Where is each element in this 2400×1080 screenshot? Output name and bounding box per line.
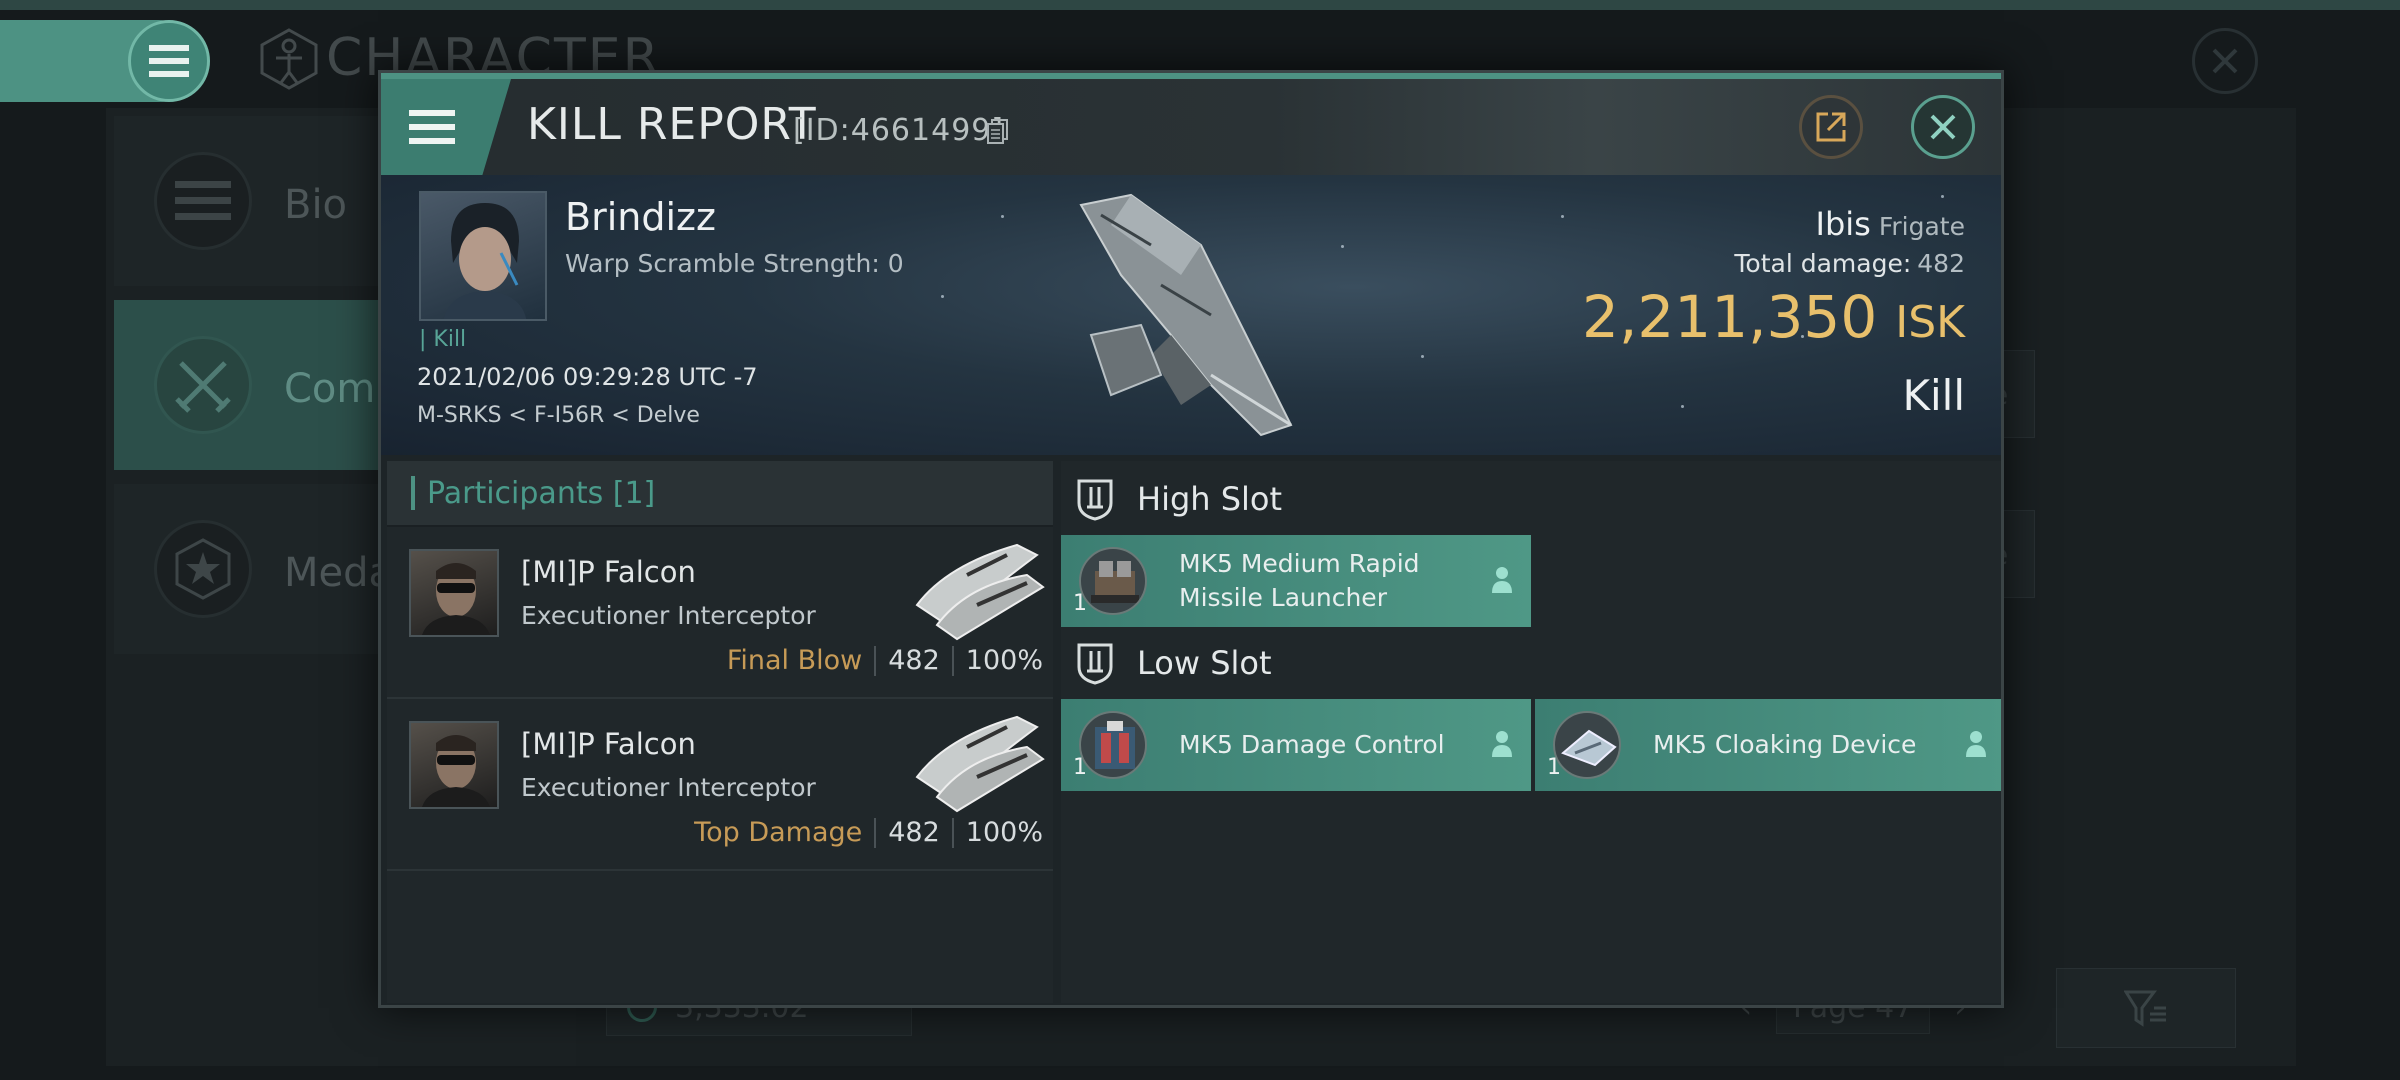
kill-id: [ID:4661499] (793, 113, 1005, 148)
participant-avatar[interactable] (409, 721, 499, 809)
divider (874, 817, 877, 848)
module-name: MK5 Medium Rapid Missile Launcher (1179, 547, 1420, 615)
kill-datetime: 2021/02/06 09:29:28 UTC -7 (417, 363, 758, 391)
sidebar-item-label: Bio (284, 182, 348, 228)
low-slot-header: Low Slot (1075, 633, 1272, 693)
executioner-ship-icon (915, 543, 1045, 641)
high-slot-header: High Slot (1075, 469, 1282, 529)
participant-avatar[interactable] (409, 549, 499, 637)
kill-report-modal: KILL REPORT [ID:4661499] Brindizz Warp S… (378, 70, 2004, 1008)
participant-damage: 482 (888, 645, 940, 676)
module-quantity: 1 (1547, 755, 1561, 780)
menu-lines-icon (154, 152, 252, 250)
participant-percent: 100% (965, 645, 1043, 676)
kill-tag: | Kill (419, 327, 467, 352)
ship-class: Frigate (1878, 212, 1965, 241)
module-item[interactable]: 1 MK5 Cloaking Device (1535, 699, 2001, 791)
background-filter-button[interactable] (2056, 968, 2236, 1048)
header-accent-bar (411, 476, 415, 510)
divider (951, 645, 954, 676)
kill-result: Kill (1902, 371, 1965, 420)
isk-unit: ISK (1895, 297, 1965, 348)
ibis-ship-render (1079, 193, 1293, 437)
missile-launcher-icon (1079, 547, 1147, 615)
participant-role: Final Blow (726, 645, 863, 676)
crossed-swords-icon (154, 336, 252, 434)
close-icon (1930, 114, 1956, 140)
fitting-panel: High Slot 1 MK5 Medium Rapid Missile Lau… (1061, 461, 2001, 1003)
participant-stats: Top Damage 482 100% (694, 817, 1043, 848)
kill-location: M-SRKS < F-I56R < Delve (417, 403, 700, 428)
module-item[interactable]: 1 MK5 Damage Control (1061, 699, 1531, 791)
person-icon (1966, 731, 1986, 757)
participant-name: [MI]P Falcon (521, 727, 696, 761)
total-damage-value: 482 (1917, 249, 1965, 278)
victim-name: Brindizz (565, 195, 716, 239)
person-icon (1492, 731, 1512, 757)
star-badge-icon (154, 520, 252, 618)
module-name-line1: MK5 Damage Control (1179, 730, 1445, 759)
modal-header: KILL REPORT [ID:4661499] (381, 79, 2001, 175)
victim-ship: Ibis Frigate (1816, 205, 1965, 243)
victim-portrait[interactable] (419, 191, 547, 321)
participant-stats: Final Blow 482 100% (727, 645, 1043, 676)
filter-icon (2124, 990, 2166, 1027)
module-quantity: 1 (1073, 591, 1087, 616)
module-item[interactable]: 1 MK5 Medium Rapid Missile Launcher (1061, 535, 1531, 627)
ship-name: Ibis (1815, 205, 1871, 243)
participant-row[interactable]: [MI]P Falcon Executioner Interceptor Fin… (387, 527, 1053, 699)
module-name-line1: MK5 Cloaking Device (1653, 730, 1917, 759)
top-accent-line (0, 0, 2400, 10)
divider (874, 645, 877, 676)
close-icon (2212, 48, 2238, 74)
background-menu-button[interactable] (128, 20, 210, 102)
hamburger-icon (149, 45, 189, 77)
module-name: MK5 Cloaking Device (1653, 728, 1916, 762)
share-button[interactable] (1799, 95, 1863, 159)
background-close-button[interactable] (2192, 28, 2258, 94)
sidebar-item-label: Meda (284, 550, 394, 596)
participants-title: Participants [1] (427, 475, 656, 511)
isk-value: 2,211,350 (1582, 283, 1878, 351)
divider (951, 817, 954, 848)
share-icon (1816, 112, 1846, 142)
modal-title: KILL REPORT (527, 99, 817, 150)
cloaking-device-icon (1553, 711, 1621, 779)
warp-scramble-strength: Warp Scramble Strength: 0 (565, 249, 904, 278)
close-button[interactable] (1911, 95, 1975, 159)
module-quantity: 1 (1073, 755, 1087, 780)
high-slot-label: High Slot (1137, 480, 1283, 518)
person-icon (1492, 567, 1512, 593)
participant-role: Top Damage (694, 817, 863, 848)
executioner-ship-icon (915, 715, 1045, 813)
participant-row[interactable]: [MI]P Falcon Executioner Interceptor Top… (387, 699, 1053, 871)
character-icon (260, 28, 318, 90)
module-name: MK5 Damage Control (1179, 728, 1445, 762)
low-slot-label: Low Slot (1137, 644, 1272, 682)
victim-banner: Brindizz Warp Scramble Strength: 0 | Kil… (381, 175, 2001, 455)
participant-percent: 100% (965, 817, 1043, 848)
isk-value-row: 2,211,350 ISK (1582, 283, 1965, 351)
participant-ship: Executioner Interceptor (521, 601, 816, 630)
total-damage: Total damage: 482 (1734, 249, 1965, 278)
damage-control-icon (1079, 711, 1147, 779)
module-name-line1: MK5 Medium Rapid (1179, 549, 1420, 578)
low-slot-icon (1077, 643, 1113, 685)
participant-damage: 482 (888, 817, 940, 848)
participants-header: Participants [1] (387, 461, 1053, 527)
participants-panel: Participants [1] [MI]P Falcon Executione… (387, 461, 1053, 1003)
total-damage-label: Total damage: (1734, 249, 1912, 278)
module-name-line2: Missile Launcher (1179, 583, 1387, 612)
participant-name: [MI]P Falcon (521, 555, 696, 589)
participant-ship: Executioner Interceptor (521, 773, 816, 802)
high-slot-icon (1077, 479, 1113, 521)
copy-icon[interactable] (987, 119, 1009, 145)
modal-menu-button[interactable] (381, 79, 511, 175)
hamburger-icon (409, 110, 455, 144)
